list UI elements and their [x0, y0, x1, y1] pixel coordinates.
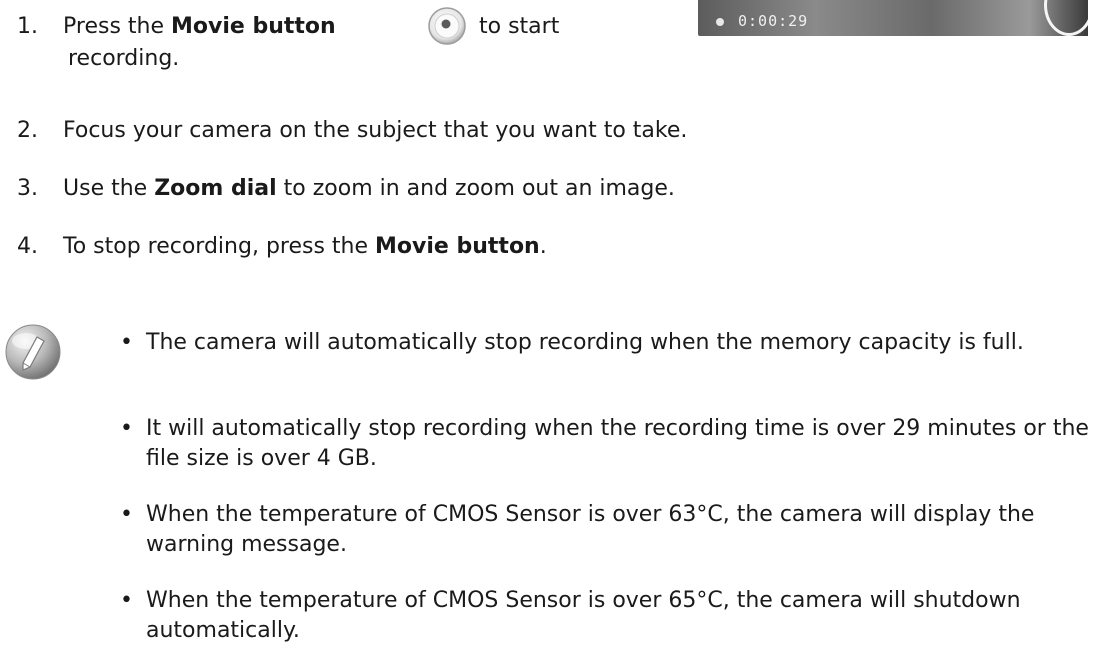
note-text: It will automatically stop recording whe… — [146, 416, 1089, 471]
step-number: 2. — [17, 118, 38, 143]
bullet-icon: • — [120, 588, 133, 613]
focus-frame-icon — [1044, 0, 1088, 36]
step-number: 1. — [17, 14, 38, 39]
note-text: When the temperature of CMOS Sensor is o… — [146, 502, 1035, 557]
zoom-dial-label: Zoom dial — [154, 176, 277, 201]
step-number: 3. — [17, 176, 38, 201]
step-text-line2: recording. — [68, 46, 180, 71]
step-4: 4. To stop recording, press the Movie bu… — [0, 232, 1100, 262]
step-text: To stop recording, press the Movie butto… — [63, 234, 547, 259]
note-item: • It will automatically stop recording w… — [120, 414, 1110, 476]
step-2: 2. Focus your camera on the subject that… — [0, 116, 1100, 146]
bullet-icon: • — [120, 502, 133, 527]
step-text: Press the Movie button — [63, 14, 336, 39]
bullet-icon: • — [120, 330, 133, 355]
movie-button-label: Movie button — [171, 14, 336, 39]
recording-time: 0:00:29 — [738, 12, 809, 30]
step-text: Focus your camera on the subject that yo… — [63, 118, 688, 143]
note-text: The camera will automatically stop recor… — [146, 330, 1024, 355]
camera-preview-image: 0:00:29 — [698, 0, 1088, 36]
note-item: • When the temperature of CMOS Sensor is… — [120, 586, 1110, 648]
record-indicator-icon — [716, 18, 724, 26]
step-3: 3. Use the Zoom dial to zoom in and zoom… — [0, 174, 1100, 204]
movie-button-icon — [428, 7, 466, 45]
step-text: Use the Zoom dial to zoom in and zoom ou… — [63, 176, 675, 201]
note-text: When the temperature of CMOS Sensor is o… — [146, 588, 1021, 643]
bullet-icon: • — [120, 416, 133, 441]
movie-button-label: Movie button — [375, 234, 540, 259]
step-text-cont: to start — [479, 14, 560, 39]
note-item: • When the temperature of CMOS Sensor is… — [120, 500, 1110, 562]
step-number: 4. — [17, 234, 38, 259]
note-item: • The camera will automatically stop rec… — [120, 328, 1110, 390]
step-1: 1. Press the Movie button to start recor… — [0, 4, 700, 84]
note-pencil-icon — [5, 324, 61, 380]
